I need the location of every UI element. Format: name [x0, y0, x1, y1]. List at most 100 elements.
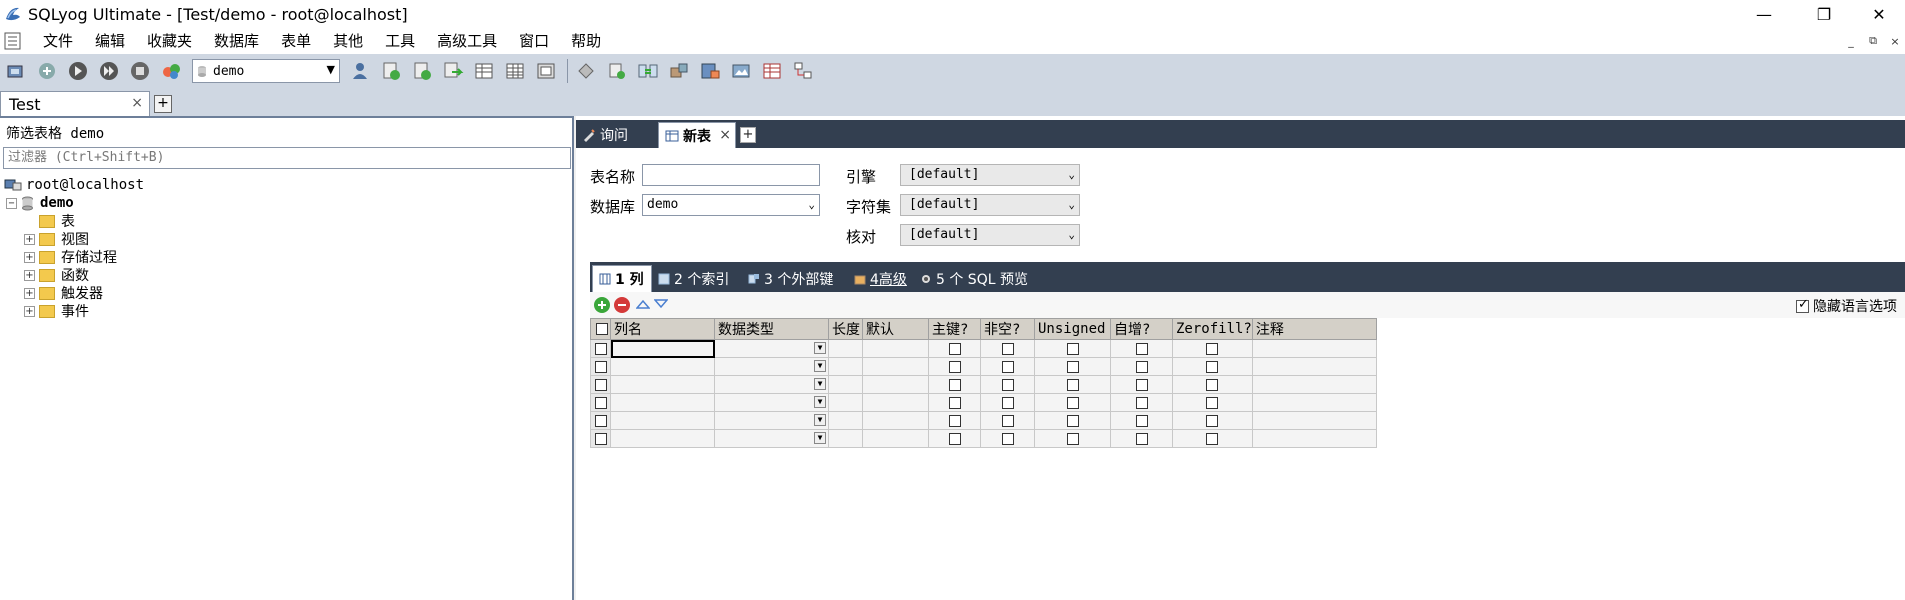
add-connection-tab-button[interactable]: + — [154, 95, 172, 113]
menu-edit[interactable]: 编辑 — [84, 28, 136, 54]
unsigned-cell[interactable] — [1034, 339, 1111, 358]
mdi-minimize-button[interactable]: _ — [1840, 31, 1862, 51]
scheduler-icon[interactable] — [665, 57, 693, 85]
zerofill-cell[interactable] — [1172, 411, 1253, 430]
auto-increment-cell[interactable] — [1110, 357, 1173, 376]
checkbox[interactable] — [1206, 378, 1219, 391]
checkbox[interactable] — [1001, 432, 1014, 445]
expand-icon[interactable]: + — [24, 233, 35, 245]
table-grid-icon[interactable] — [501, 57, 529, 85]
import-icon[interactable] — [377, 57, 405, 85]
zerofill-cell[interactable] — [1172, 357, 1253, 376]
tree-item-views[interactable]: + 视图 — [24, 230, 89, 248]
connect-icon[interactable] — [33, 57, 61, 85]
unsigned-cell[interactable] — [1034, 357, 1111, 376]
expand-icon[interactable]: + — [24, 251, 35, 263]
zerofill-cell[interactable] — [1172, 339, 1253, 358]
column-name-cell[interactable] — [610, 375, 715, 394]
data-type-cell[interactable]: ▼ — [714, 393, 829, 412]
primary-key-cell[interactable] — [928, 393, 981, 412]
checkbox[interactable] — [1135, 378, 1148, 391]
length-cell[interactable] — [828, 393, 863, 412]
default-cell[interactable] — [862, 411, 929, 430]
checkbox[interactable] — [948, 378, 961, 391]
column-name-cell[interactable] — [610, 339, 715, 358]
checkbox[interactable] — [1001, 414, 1014, 427]
menu-favorites[interactable]: 收藏夹 — [136, 28, 203, 54]
row-select-cell[interactable] — [590, 393, 611, 412]
add-query-tab-button[interactable]: + — [740, 127, 756, 143]
connection-tab-test[interactable]: Test × — [0, 91, 150, 116]
checkbox[interactable] — [1001, 378, 1014, 391]
not-null-cell[interactable] — [980, 411, 1035, 430]
checkbox[interactable] — [1206, 360, 1219, 373]
table-name-input[interactable] — [642, 164, 820, 186]
checkbox[interactable] — [1066, 396, 1079, 409]
tab-sql-preview[interactable]: 5 个 SQL 预览 — [920, 265, 1028, 292]
execute-all-icon[interactable] — [95, 57, 123, 85]
dropdown-arrow-icon[interactable]: ▼ — [814, 432, 826, 444]
minimize-button[interactable]: — — [1735, 0, 1793, 28]
default-cell[interactable] — [862, 429, 929, 448]
tab-columns[interactable]: 1 列 — [592, 265, 652, 292]
data-type-cell[interactable]: ▼ — [714, 429, 829, 448]
comment-cell[interactable] — [1251, 429, 1377, 448]
zerofill-cell[interactable] — [1172, 375, 1253, 394]
tree-item-events[interactable]: + 事件 — [24, 302, 89, 320]
tab-new-table[interactable]: 新表 × — [658, 122, 736, 148]
primary-key-cell[interactable] — [928, 429, 981, 448]
comment-cell[interactable] — [1251, 393, 1377, 412]
select-all-header[interactable] — [590, 318, 611, 340]
checkbox[interactable] — [1206, 342, 1219, 355]
user-manager-icon[interactable] — [346, 57, 374, 85]
checkbox[interactable] — [1135, 414, 1148, 427]
table-structure-icon[interactable] — [532, 57, 560, 85]
row-select-cell[interactable] — [590, 357, 611, 376]
tree-item-functions[interactable]: + 函数 — [24, 266, 89, 284]
table-row[interactable]: ▼ — [590, 357, 1377, 376]
menu-database[interactable]: 数据库 — [203, 28, 270, 54]
checkbox[interactable] — [948, 342, 961, 355]
menu-table[interactable]: 表单 — [270, 28, 322, 54]
schema-diff-icon[interactable] — [789, 57, 817, 85]
unsigned-cell[interactable] — [1034, 429, 1111, 448]
not-null-cell[interactable] — [980, 375, 1035, 394]
header-auto-increment[interactable]: 自增? — [1110, 318, 1173, 340]
tab-foreign-keys[interactable]: 3 个外部键 — [748, 265, 833, 292]
not-null-cell[interactable] — [980, 429, 1035, 448]
expand-icon[interactable]: + — [24, 269, 35, 281]
refresh-icon[interactable] — [157, 57, 185, 85]
length-cell[interactable] — [828, 375, 863, 394]
tree-item-triggers[interactable]: + 触发器 — [24, 284, 103, 302]
checkbox[interactable] — [1001, 396, 1014, 409]
checkbox[interactable] — [1206, 396, 1219, 409]
dropdown-arrow-icon[interactable]: ▼ — [814, 342, 826, 354]
checkbox[interactable] — [594, 432, 607, 445]
column-name-cell[interactable] — [610, 411, 715, 430]
header-unsigned[interactable]: Unsigned — [1034, 318, 1111, 340]
add-column-icon[interactable] — [594, 297, 610, 313]
comment-cell[interactable] — [1251, 339, 1377, 358]
table-row[interactable]: ▼ — [590, 393, 1377, 412]
unsigned-cell[interactable] — [1034, 375, 1111, 394]
dropdown-arrow-icon[interactable]: ▼ — [814, 360, 826, 372]
checkbox[interactable] — [594, 360, 607, 373]
checkbox[interactable] — [594, 396, 607, 409]
data-type-cell[interactable]: ▼ — [714, 357, 829, 376]
tab-advanced[interactable]: 4高级 — [854, 265, 907, 292]
filter-input[interactable]: 过滤器 (Ctrl+Shift+B) — [3, 147, 571, 169]
tree-item-procedures[interactable]: + 存储过程 — [24, 248, 117, 266]
query-builder-icon[interactable] — [603, 57, 631, 85]
schema-designer-icon[interactable] — [572, 57, 600, 85]
tree-item-tables[interactable]: 表 — [24, 212, 75, 230]
table-data-icon[interactable] — [470, 57, 498, 85]
engine-dropdown[interactable]: [default] ⌄ — [900, 164, 1080, 186]
menu-advanced-tools[interactable]: 高级工具 — [426, 28, 508, 54]
checkbox[interactable] — [1066, 360, 1079, 373]
comment-cell[interactable] — [1251, 411, 1377, 430]
table-row[interactable]: ▼ — [590, 339, 1377, 358]
expand-icon[interactable]: + — [24, 287, 35, 299]
image-icon[interactable] — [727, 57, 755, 85]
checkbox[interactable] — [1206, 432, 1219, 445]
checkbox[interactable] — [1206, 414, 1219, 427]
